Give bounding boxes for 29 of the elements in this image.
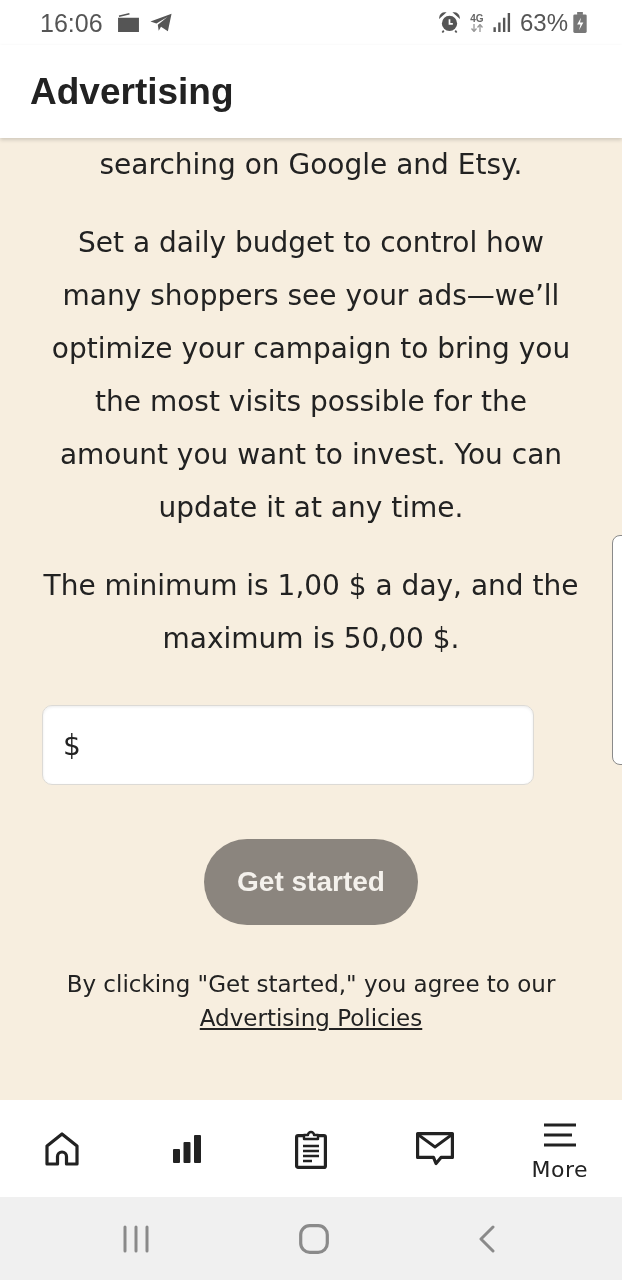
stats-nav-button[interactable] (172, 1134, 201, 1163)
messages-nav-button[interactable] (416, 1131, 455, 1166)
clock-time: 16:06 (40, 7, 103, 38)
mail-icon (416, 1131, 455, 1166)
clipboard-icon (295, 1128, 327, 1169)
back-icon[interactable] (479, 1224, 495, 1253)
more-nav-button[interactable]: More (531, 1114, 589, 1183)
page-title: Advertising (30, 69, 234, 114)
data-arrows-icon (469, 24, 484, 32)
bar-chart-icon (172, 1134, 201, 1163)
battery-percent: 63% (519, 8, 568, 37)
body-paragraph: searching on Google and Etsy. (98, 147, 524, 183)
menu-icon (543, 1122, 576, 1147)
budget-input-field[interactable]: $ (42, 705, 534, 785)
home-icon (44, 1130, 81, 1167)
alarm-clock-icon (438, 12, 460, 33)
recent-apps-icon[interactable] (123, 1224, 149, 1253)
body-paragraph: The minimum is 1,00 $ a day, and the maximum is 50,00 $. (42, 568, 580, 657)
network-type: 4G (470, 13, 484, 24)
home-button-icon[interactable] (299, 1223, 329, 1254)
folder-icon (116, 13, 140, 32)
signal-icon (492, 13, 511, 32)
paper-plane-icon (149, 13, 172, 32)
home-nav-button[interactable] (44, 1130, 81, 1167)
body-paragraph: Set a daily budget to control how many shoppers see your ads—we’ll optimize your campaign to bring you the most visits possible for the amount you want to invest. You can update it at any time. (50, 225, 572, 526)
agreement-text: By clicking "Get started," you agree to our Advertising Policies (65, 970, 557, 1033)
orders-nav-button[interactable] (295, 1128, 327, 1169)
battery-charging-icon (573, 12, 587, 33)
advertising-policies-link[interactable]: Advertising Policies (199, 1005, 423, 1031)
